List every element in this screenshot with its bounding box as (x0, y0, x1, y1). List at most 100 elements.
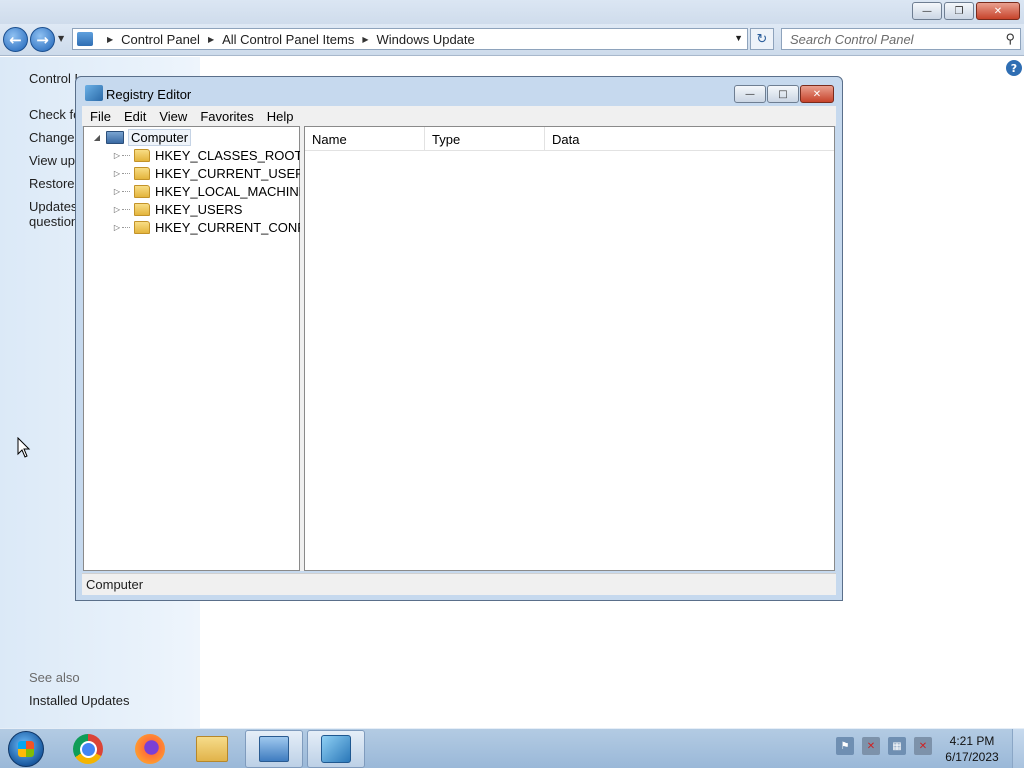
breadcrumb-all-items[interactable]: All Control Panel Items (222, 32, 354, 47)
faq-link-line1[interactable]: Updates: frequently asked (29, 199, 75, 214)
minimize-button[interactable]: — (734, 85, 766, 103)
action-center-icon[interactable]: ⚑ (836, 737, 854, 755)
menu-file[interactable]: File (90, 109, 111, 124)
tree-label-hkey-current-user[interactable]: HKEY_CURRENT_USER (155, 166, 305, 181)
search-input[interactable]: Search Control Panel ⚲ (781, 28, 1021, 50)
chrome-icon (73, 734, 103, 764)
folder-icon (134, 184, 150, 198)
menu-view[interactable]: View (159, 109, 187, 124)
menu-favorites[interactable]: Favorites (200, 109, 253, 124)
key-tree-pane[interactable]: ◢ Computer ▷ HKEY_CLASSES_ROOT ▷ HKEY_CU… (83, 126, 319, 571)
breadcrumb-control-panel[interactable]: Control Panel (121, 32, 200, 47)
clock[interactable]: 4:21 PM 6/17/2023 (928, 733, 1016, 765)
forward-arrow-icon: → (36, 30, 49, 49)
column-header-data[interactable]: Data (545, 127, 834, 151)
maximize-button[interactable]: □ (767, 85, 799, 103)
control-panel-icon (259, 736, 289, 762)
view-update-history-link[interactable]: View update history (29, 153, 76, 168)
control-panel-icon (77, 32, 93, 46)
show-desktop-button[interactable] (1012, 729, 1024, 768)
forward-button[interactable]: → (30, 27, 55, 52)
tree-node-hive[interactable]: ▷ HKEY_CURRENT_USER (112, 164, 305, 182)
taskbar-file-explorer[interactable] (183, 730, 241, 768)
breadcrumb-separator-icon[interactable]: ▶ (107, 35, 113, 44)
tree-label-hkey-current-config[interactable]: HKEY_CURRENT_CONFIG (155, 220, 319, 235)
breadcrumb-windows-update[interactable]: Windows Update (376, 32, 474, 47)
back-arrow-icon: ← (9, 30, 22, 49)
expand-triangle-icon[interactable]: ▷ (112, 223, 122, 232)
registry-editor-icon (321, 735, 351, 763)
start-button[interactable] (8, 731, 44, 767)
search-icon[interactable]: ⚲ (1005, 31, 1015, 47)
tree-label-hkey-users[interactable]: HKEY_USERS (155, 202, 242, 217)
expand-triangle-icon[interactable]: ▷ (112, 151, 122, 160)
faq-link-line2[interactable]: questions (29, 214, 75, 229)
menu-edit[interactable]: Edit (124, 109, 146, 124)
registry-editor-caption-buttons: — □ ✕ (734, 85, 834, 103)
breadcrumb-separator-icon[interactable]: ▶ (362, 35, 368, 44)
help-icon[interactable]: ? (1006, 60, 1022, 76)
address-bar[interactable]: ▶ Control Panel ▶ All Control Panel Item… (72, 28, 748, 50)
tree-node-hive[interactable]: ▷ HKEY_LOCAL_MACHINE (112, 182, 308, 200)
network-error-icon[interactable]: ✕ (862, 737, 880, 755)
taskbar-firefox[interactable] (121, 730, 179, 768)
close-button[interactable]: ✕ (800, 85, 834, 103)
status-path: Computer (86, 577, 144, 592)
folder-icon (134, 148, 150, 162)
clock-time: 4:21 PM (949, 734, 995, 748)
column-header-name[interactable]: Name (305, 127, 425, 151)
check-for-updates-link[interactable]: Check for updates (29, 107, 76, 122)
registry-editor-titlebar[interactable]: Registry Editor — □ ✕ (76, 77, 842, 105)
control-panel-titlebar: — ❐ ✕ (0, 0, 1024, 24)
mouse-cursor-icon (17, 437, 31, 458)
breadcrumb-separator-icon[interactable]: ▶ (208, 35, 214, 44)
refresh-icon: ↻ (756, 31, 768, 47)
address-dropdown-icon[interactable]: ▼ (734, 33, 743, 43)
registry-editor-icon (85, 85, 103, 101)
menu-help[interactable]: Help (267, 109, 294, 124)
window-title: Registry Editor (106, 87, 192, 102)
tree-label-hkey-local-machine[interactable]: HKEY_LOCAL_MACHINE (155, 184, 307, 199)
tree-label-hkey-classes-root[interactable]: HKEY_CLASSES_ROOT (155, 148, 302, 163)
expand-triangle-icon[interactable]: ▷ (112, 169, 122, 178)
windows-logo-icon (18, 741, 34, 757)
tree-connector (122, 208, 130, 210)
folder-icon (134, 166, 150, 180)
values-list-pane[interactable]: Name Type Data (304, 126, 835, 571)
menu-bar: File Edit View Favorites Help (82, 106, 836, 126)
column-header-type[interactable]: Type (425, 127, 545, 151)
computer-icon (106, 130, 124, 144)
restore-button[interactable]: ❐ (944, 2, 974, 20)
tree-connector (122, 226, 130, 228)
tree-connector (122, 190, 130, 192)
close-button[interactable]: ✕ (976, 2, 1020, 20)
refresh-button[interactable]: ↻ (750, 28, 774, 50)
tree-node-computer[interactable]: ◢ Computer (92, 128, 192, 146)
taskbar-control-panel[interactable] (245, 730, 303, 768)
expand-triangle-icon[interactable]: ▷ (112, 205, 122, 214)
network-icon[interactable]: ▦ (888, 737, 906, 755)
system-tray: ⚑ ✕ ▦ ✕ (836, 737, 932, 755)
recent-pages-dropdown[interactable]: ▼ (58, 34, 64, 43)
control-panel-home-link[interactable]: Control Panel Home (29, 71, 77, 86)
navigation-bar: ← → ▼ ▶ Control Panel ▶ All Control Pane… (0, 24, 1024, 56)
taskbar-registry-editor[interactable] (307, 730, 365, 768)
minimize-button[interactable]: — (912, 2, 942, 20)
tree-label-computer[interactable]: Computer (128, 128, 192, 146)
tree-node-hive[interactable]: ▷ HKEY_CURRENT_CONFIG (112, 218, 319, 236)
restore-hidden-updates-link[interactable]: Restore hidden updates (29, 176, 75, 191)
tree-node-hive[interactable]: ▷ HKEY_CLASSES_ROOT (112, 146, 302, 164)
control-panel-caption-buttons: — ❐ ✕ (912, 2, 1020, 20)
taskbar: ⚑ ✕ ▦ ✕ 4:21 PM 6/17/2023 (0, 728, 1024, 768)
taskbar-chrome[interactable] (59, 730, 117, 768)
back-button[interactable]: ← (3, 27, 28, 52)
collapse-triangle-icon[interactable]: ◢ (92, 133, 102, 142)
column-headers: Name Type Data (305, 127, 834, 151)
installed-updates-link[interactable]: Installed Updates (29, 693, 129, 708)
expand-triangle-icon[interactable]: ▷ (112, 187, 122, 196)
tree-node-hive[interactable]: ▷ HKEY_USERS (112, 200, 243, 218)
search-placeholder: Search Control Panel (790, 31, 914, 47)
tree-connector (122, 154, 130, 156)
folder-icon (134, 220, 150, 234)
change-settings-link[interactable]: Change settings (29, 130, 75, 145)
